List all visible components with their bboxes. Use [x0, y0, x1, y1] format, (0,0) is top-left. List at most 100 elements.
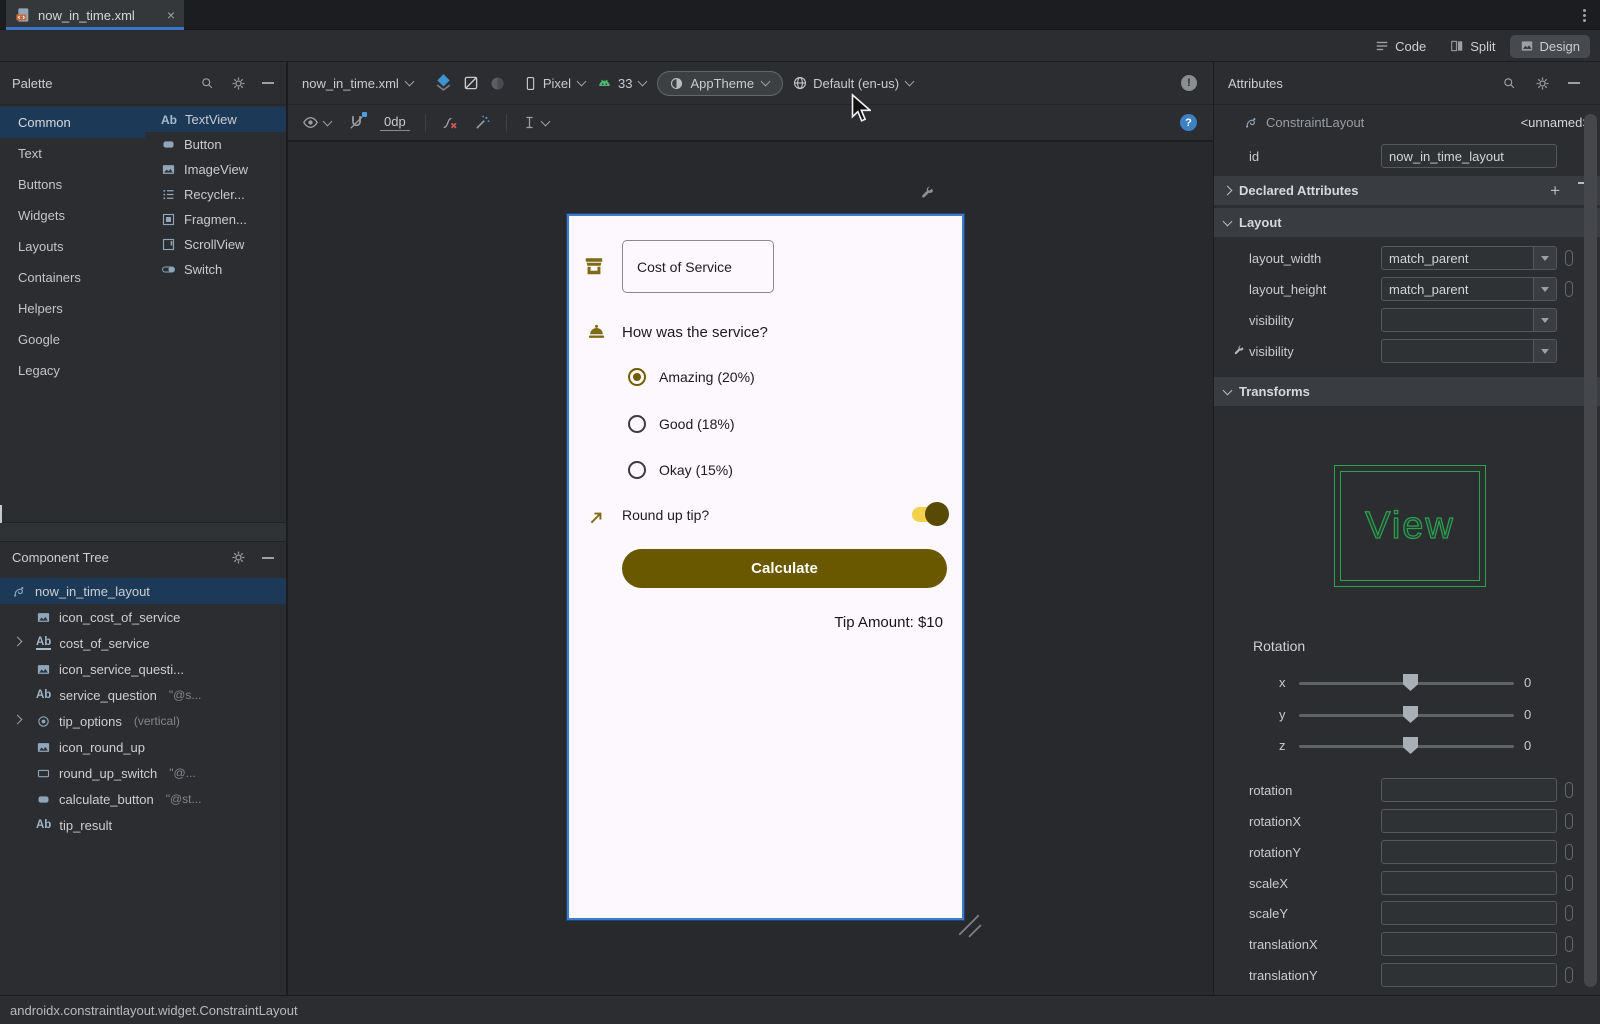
- bell-icon[interactable]: [586, 322, 607, 343]
- mode-split-button[interactable]: Split: [1440, 35, 1505, 58]
- palette-category-legacy[interactable]: Legacy: [0, 355, 145, 386]
- tree-item-service-question[interactable]: Ab service_question "@s...: [0, 682, 286, 708]
- palette-category-buttons[interactable]: Buttons: [0, 169, 145, 200]
- radio-okay[interactable]: Okay (15%): [628, 461, 733, 479]
- view-options-button[interactable]: [302, 114, 333, 131]
- scalex-input[interactable]: [1381, 871, 1557, 895]
- palette-item-fragment[interactable]: Fragmen...: [145, 207, 286, 232]
- attr-toggle-pill[interactable]: [1565, 782, 1573, 798]
- section-transforms[interactable]: Transforms: [1214, 377, 1600, 406]
- tree-item-tip-options[interactable]: tip_options (vertical): [0, 708, 286, 734]
- expand-chevron-icon[interactable]: [13, 637, 23, 647]
- device-preview[interactable]: Cost of Service How was the service? Ama…: [567, 214, 964, 920]
- attr-toggle-pill[interactable]: [1565, 905, 1573, 921]
- dropdown-arrow-icon[interactable]: [1533, 278, 1556, 300]
- round-up-switch[interactable]: [912, 507, 947, 522]
- attr-toggle-pill[interactable]: [1565, 936, 1573, 952]
- slider-thumb[interactable]: [1403, 674, 1418, 691]
- api-selector[interactable]: 33: [596, 75, 648, 92]
- minimize-icon[interactable]: [1568, 82, 1580, 84]
- section-declared-attributes[interactable]: Declared Attributes +: [1214, 176, 1600, 205]
- tree-item-now-in-time-layout[interactable]: now_in_time_layout: [0, 578, 286, 604]
- slider-thumb[interactable]: [1403, 706, 1418, 723]
- guidelines-button[interactable]: [522, 115, 551, 130]
- arrow-up-right-icon[interactable]: [587, 508, 606, 527]
- device-selector[interactable]: Pixel: [523, 76, 587, 91]
- theme-selector[interactable]: AppTheme: [657, 71, 783, 96]
- attr-toggle-pill[interactable]: [1565, 281, 1573, 297]
- layout-width-combo[interactable]: match_parent: [1381, 246, 1557, 270]
- dropdown-arrow-icon[interactable]: [1533, 340, 1556, 362]
- palette-category-containers[interactable]: Containers: [0, 262, 145, 293]
- tree-item-icon-service-question[interactable]: icon_service_questi...: [0, 656, 286, 682]
- rotationx-input[interactable]: [1381, 809, 1557, 833]
- tab-now-in-time-xml[interactable]: now_in_time.xml ×: [6, 0, 184, 30]
- palette-item-switch[interactable]: Switch: [145, 257, 286, 282]
- rotationy-input[interactable]: [1381, 840, 1557, 864]
- gear-icon[interactable]: [231, 76, 246, 91]
- scaley-input[interactable]: [1381, 901, 1557, 925]
- palette-category-common[interactable]: Common: [0, 107, 145, 138]
- attr-toggle-pill[interactable]: [1565, 813, 1573, 829]
- tree-item-round-up-switch[interactable]: round_up_switch "@...: [0, 760, 286, 786]
- infer-constraints-button[interactable]: [474, 114, 491, 131]
- tree-item-icon-round-up[interactable]: icon_round_up: [0, 734, 286, 760]
- palette-item-button[interactable]: Button: [145, 132, 286, 157]
- error-indicator-icon[interactable]: !: [1181, 75, 1197, 91]
- search-icon[interactable]: [200, 76, 215, 91]
- palette-item-textview[interactable]: Ab TextView: [145, 107, 286, 132]
- mode-design-button[interactable]: Design: [1510, 35, 1590, 58]
- slider-thumb[interactable]: [1403, 737, 1418, 754]
- radio-good[interactable]: Good (18%): [628, 415, 734, 433]
- panel-splitter[interactable]: [0, 522, 286, 542]
- help-icon[interactable]: ?: [1180, 114, 1197, 131]
- palette-item-recyclerview[interactable]: Recycler...: [145, 182, 286, 207]
- id-input[interactable]: [1381, 144, 1557, 168]
- tools-visibility-combo[interactable]: [1381, 339, 1557, 363]
- radio-amazing[interactable]: Amazing (20%): [628, 368, 755, 386]
- palette-category-widgets[interactable]: Widgets: [0, 200, 145, 231]
- palette-category-text[interactable]: Text: [0, 138, 145, 169]
- palette-category-google[interactable]: Google: [0, 324, 145, 355]
- rotation-input[interactable]: [1381, 778, 1557, 802]
- clear-constraints-button[interactable]: [441, 114, 459, 132]
- wrench-icon[interactable]: [920, 186, 935, 201]
- kebab-menu-icon[interactable]: [1576, 7, 1592, 23]
- expand-chevron-icon[interactable]: [13, 715, 23, 725]
- default-margin-button[interactable]: 0dp: [380, 114, 410, 131]
- attr-toggle-pill[interactable]: [1565, 875, 1573, 891]
- dropdown-arrow-icon[interactable]: [1533, 247, 1556, 269]
- tree-item-calculate-button[interactable]: calculate_button "@st...: [0, 786, 286, 812]
- design-surface-selector[interactable]: [434, 74, 453, 93]
- tree-item-cost-of-service[interactable]: Ab cost_of_service: [0, 630, 286, 656]
- attr-toggle-pill[interactable]: [1565, 967, 1573, 983]
- dropdown-arrow-icon[interactable]: [1533, 309, 1556, 331]
- gear-icon[interactable]: [1535, 76, 1550, 91]
- file-selector[interactable]: now_in_time.xml: [302, 76, 415, 91]
- tree-item-icon-cost-of-service[interactable]: icon_cost_of_service: [0, 604, 286, 630]
- mode-code-button[interactable]: Code: [1365, 35, 1436, 58]
- palette-category-helpers[interactable]: Helpers: [0, 293, 145, 324]
- attr-toggle-pill[interactable]: [1565, 844, 1573, 860]
- tab-close-icon[interactable]: ×: [167, 8, 175, 22]
- scrollbar[interactable]: [1584, 114, 1597, 987]
- calculate-button[interactable]: Calculate: [622, 549, 947, 588]
- tree-item-tip-result[interactable]: Ab tip_result: [0, 812, 286, 838]
- night-mode-selector[interactable]: [489, 75, 506, 92]
- locale-selector[interactable]: Default (en-us): [792, 75, 915, 91]
- visibility-combo[interactable]: [1381, 308, 1557, 332]
- palette-item-imageview[interactable]: ImageView: [145, 157, 286, 182]
- palette-item-scrollview[interactable]: ScrollView: [145, 232, 286, 257]
- section-layout[interactable]: Layout: [1214, 208, 1600, 237]
- minimize-icon[interactable]: [262, 557, 274, 559]
- palette-category-layouts[interactable]: Layouts: [0, 231, 145, 262]
- translationy-input[interactable]: [1381, 963, 1557, 987]
- layout-height-combo[interactable]: match_parent: [1381, 277, 1557, 301]
- gear-icon[interactable]: [231, 550, 246, 565]
- search-icon[interactable]: [1502, 76, 1517, 91]
- store-icon[interactable]: [583, 255, 605, 277]
- translationx-input[interactable]: [1381, 932, 1557, 956]
- attr-toggle-pill[interactable]: [1565, 250, 1573, 266]
- add-attribute-icon[interactable]: +: [1550, 182, 1560, 199]
- orientation-selector[interactable]: [462, 74, 480, 92]
